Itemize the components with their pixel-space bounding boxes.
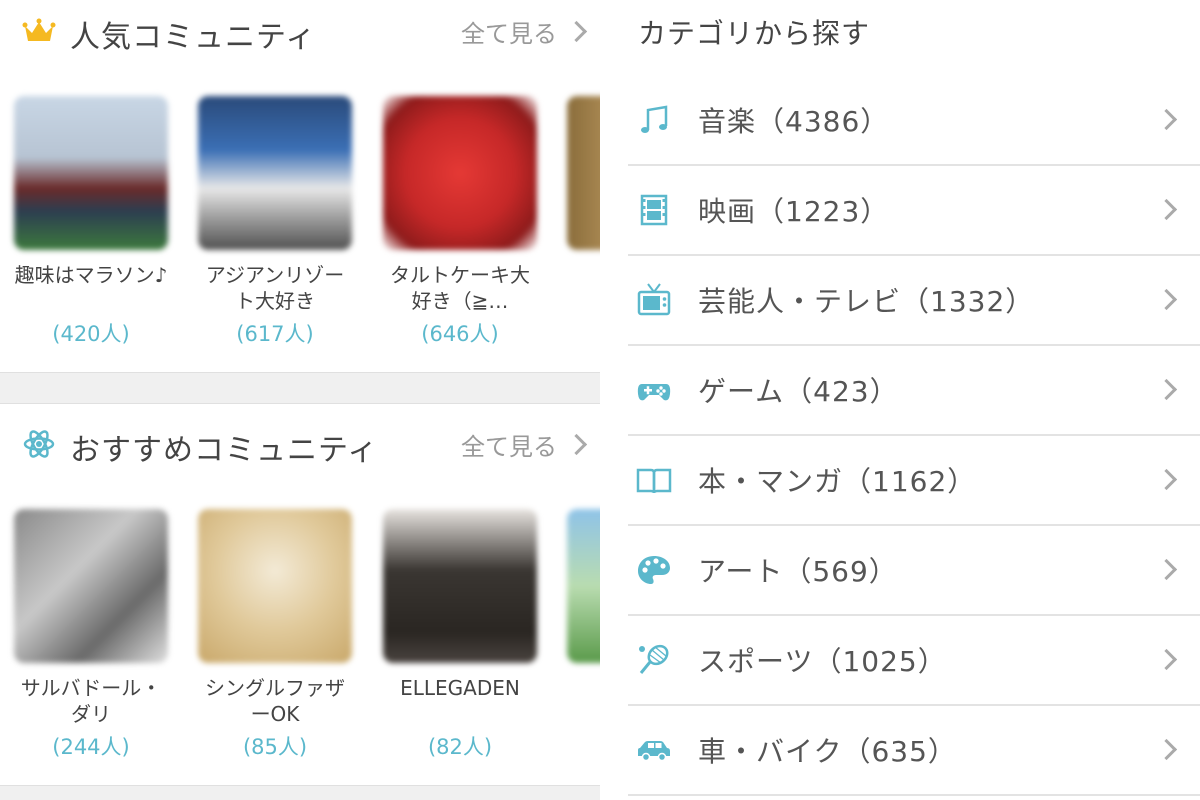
category-label: スポーツ（1025） — [698, 645, 947, 678]
chevron-right-icon — [1155, 378, 1178, 401]
community-card[interactable]: サルバドール・ダリ (244人) — [14, 509, 168, 761]
community-thumbnail — [198, 509, 352, 663]
category-label: 音楽（4386） — [698, 105, 890, 138]
community-card[interactable]: アジアンリゾート大好き (617人) — [198, 96, 352, 348]
chevron-right-icon — [1155, 108, 1178, 131]
community-card[interactable]: シングルファザーOK (85人) — [198, 509, 352, 761]
community-card[interactable]: しン — [567, 509, 600, 731]
community-name: カ — [567, 262, 600, 314]
crown-icon — [22, 18, 56, 41]
tennis-racket-icon — [639, 644, 669, 674]
see-all-label: 全て見る — [461, 20, 557, 48]
community-name: ELLEGADEN — [400, 676, 520, 700]
category-item-sports[interactable]: スポーツ（1025） — [628, 616, 1200, 706]
member-count: (244人) — [52, 735, 130, 759]
category-list: 音楽（4386） 映画（1223） 芸能人・テレビ（1332） ゲーム（423）… — [628, 76, 1200, 796]
car-icon — [638, 741, 670, 762]
category-label: ゲーム（423） — [698, 375, 899, 408]
community-name: 趣味はマラソン♪ — [14, 263, 168, 287]
category-label: アート（569） — [698, 555, 898, 588]
gamepad-icon — [637, 384, 671, 401]
community-name: タルトケーキ大好き（≧… — [390, 263, 530, 313]
categories-panel: カテゴリから探す 音楽（4386） 映画（1223） 芸能人・テレビ（1332）… — [600, 0, 1200, 800]
section-divider — [0, 785, 600, 800]
category-item-vehicles[interactable]: 車・バイク（635） — [628, 706, 1200, 796]
category-item-music[interactable]: 音楽（4386） — [628, 76, 1200, 166]
community-name: サルバドール・ダリ — [20, 676, 162, 726]
see-all-label: 全て見る — [461, 433, 557, 461]
category-item-movies[interactable]: 映画（1223） — [628, 166, 1200, 256]
member-count: (420人) — [52, 322, 130, 346]
category-item-games[interactable]: ゲーム（423） — [628, 346, 1200, 436]
category-label: 車・バイク（635） — [698, 735, 957, 768]
category-label: 映画（1223） — [698, 195, 890, 228]
chevron-right-icon — [1155, 468, 1178, 491]
chevron-right-icon — [1155, 648, 1178, 671]
community-thumbnail — [383, 509, 537, 663]
book-icon — [636, 468, 672, 494]
see-all-link[interactable]: 全て見る — [461, 14, 588, 49]
section-divider — [0, 372, 600, 404]
member-count: (82人) — [427, 735, 493, 759]
popular-header: 人気コミュニティ 全て見る — [0, 0, 600, 64]
category-item-tv[interactable]: 芸能人・テレビ（1332） — [628, 256, 1200, 346]
popular-communities-section: 人気コミュニティ 全て見る 趣味はマラソン♪ (420人) アジアンリゾート大好… — [0, 0, 600, 372]
popular-card-row: 趣味はマラソン♪ (420人) アジアンリゾート大好き (617人) タルトケー… — [0, 96, 600, 356]
community-name: しン — [567, 675, 600, 727]
recommended-card-row: サルバドール・ダリ (244人) シングルファザーOK (85人) ELLEGA… — [0, 509, 600, 769]
atom-icon — [23, 430, 55, 458]
recommended-communities-section: おすすめコミュニティ 全て見る サルバドール・ダリ (244人) シングルファザ… — [0, 413, 600, 785]
community-thumbnail — [383, 96, 537, 250]
community-thumbnail — [14, 96, 168, 250]
film-icon — [640, 194, 668, 226]
member-count: (617人) — [236, 322, 314, 346]
category-item-art[interactable]: アート（569） — [628, 526, 1200, 616]
section-title: おすすめコミュニティ — [70, 433, 379, 468]
section-title: 人気コミュニティ — [70, 20, 317, 55]
chevron-right-icon — [565, 433, 588, 456]
communities-panel: 人気コミュニティ 全て見る 趣味はマラソン♪ (420人) アジアンリゾート大好… — [0, 0, 600, 800]
community-thumbnail — [567, 509, 600, 663]
recommended-header: おすすめコミュニティ 全て見る — [0, 413, 600, 477]
community-thumbnail — [198, 96, 352, 250]
chevron-right-icon — [1155, 288, 1178, 311]
community-card[interactable]: タルトケーキ大好き（≧… (646人) — [383, 96, 537, 348]
music-note-icon — [641, 105, 668, 133]
category-label: 本・マンガ（1162） — [698, 465, 977, 498]
community-card[interactable]: 趣味はマラソン♪ (420人) — [14, 96, 168, 348]
community-card[interactable]: カ — [567, 96, 600, 318]
categories-title: カテゴリから探す — [638, 17, 871, 50]
community-thumbnail — [14, 509, 168, 663]
member-count: (85人) — [242, 735, 308, 759]
palette-icon — [638, 556, 670, 584]
community-card[interactable]: ELLEGADEN (82人) — [383, 509, 537, 761]
member-count: (646人) — [421, 322, 499, 346]
chevron-right-icon — [565, 20, 588, 43]
chevron-right-icon — [1155, 198, 1178, 221]
chevron-right-icon — [1155, 558, 1178, 581]
community-name: シングルファザーOK — [205, 676, 345, 726]
category-item-books[interactable]: 本・マンガ（1162） — [628, 436, 1200, 526]
community-thumbnail — [567, 96, 600, 250]
category-label: 芸能人・テレビ（1332） — [698, 285, 1035, 318]
tv-icon — [637, 283, 671, 316]
see-all-link[interactable]: 全て見る — [461, 427, 588, 462]
community-name: アジアンリゾート大好き — [205, 263, 345, 313]
chevron-right-icon — [1155, 738, 1178, 761]
